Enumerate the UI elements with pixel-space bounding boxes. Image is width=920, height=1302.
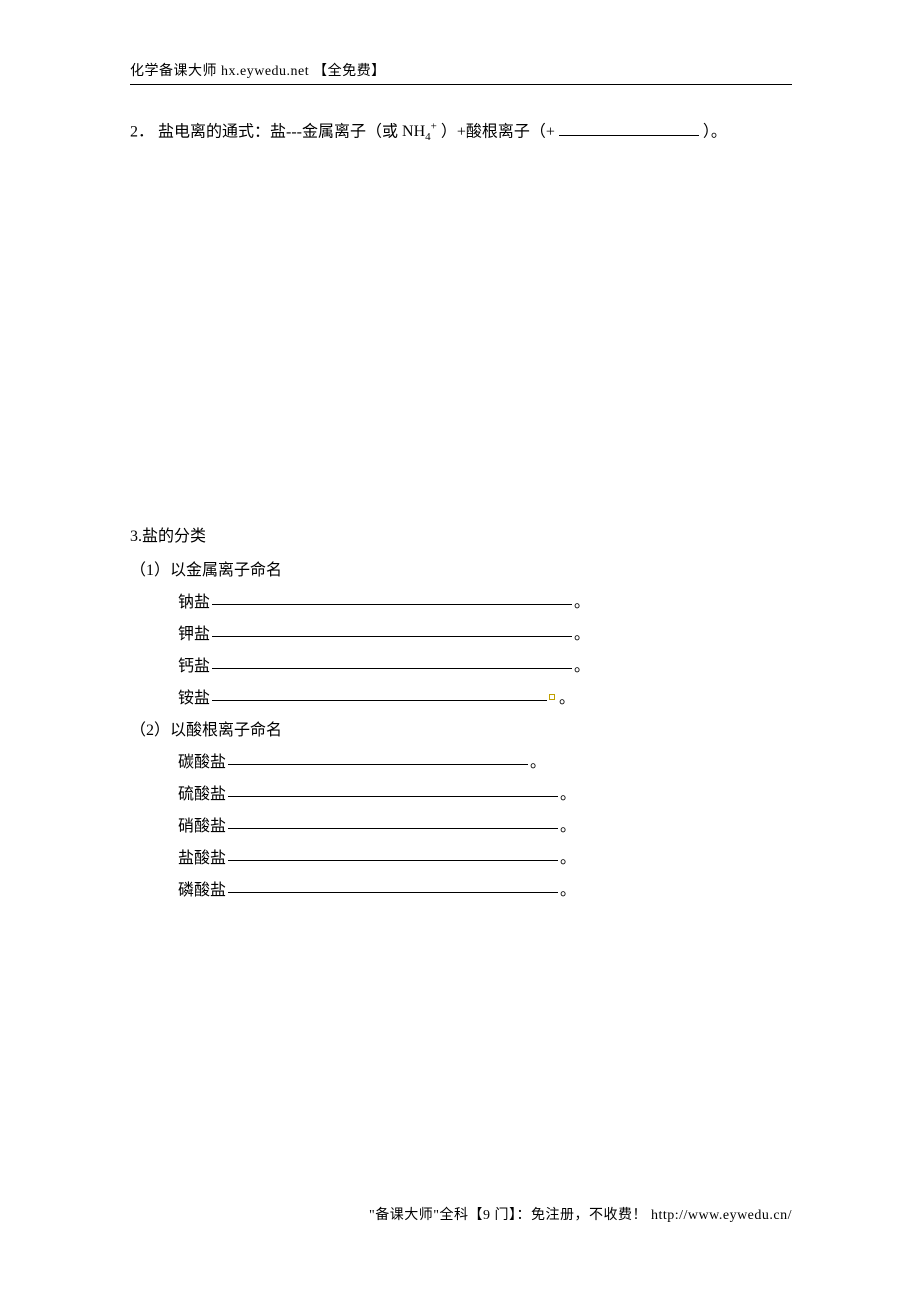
row-ca-salt: 钙盐 。	[178, 651, 792, 683]
q3-sub1: （1）以金属离子命名	[130, 555, 792, 587]
q2-nh4-sup: +	[431, 121, 437, 133]
q2-text-after: ）+酸根离子（+	[441, 123, 555, 140]
label-nh4-salt: 铵盐	[178, 683, 210, 715]
question-3-heading: 3.盐的分类	[130, 521, 792, 553]
row-carbonate: 碳酸盐 。	[178, 747, 792, 779]
punct-po4: 。	[560, 875, 576, 907]
punct-k: 。	[574, 619, 590, 651]
header-tag: 【全免费】	[313, 64, 386, 79]
q2-nh4: NH4+	[402, 123, 441, 140]
punct-no3: 。	[560, 811, 576, 843]
label-sulfate: 硫酸盐	[178, 779, 226, 811]
content: 2． 盐电离的通式：盐---金属离子（或 NH4+ ）+酸根离子（+ ）。 3.…	[130, 108, 792, 907]
blank-nh4-salt[interactable]	[212, 687, 547, 701]
label-carbonate: 碳酸盐	[178, 747, 226, 779]
marker-icon	[549, 694, 555, 700]
page-header: 化学备课大师 hx.eywedu.net 【全免费】	[130, 60, 792, 85]
punct-co3: 。	[530, 747, 546, 779]
label-na-salt: 钠盐	[178, 587, 210, 619]
label-k-salt: 钾盐	[178, 619, 210, 651]
q2-text-prefix: 盐电离的通式：盐---金属离子（或	[158, 123, 398, 140]
row-nitrate: 硝酸盐 。	[178, 811, 792, 843]
header-site-url: hx.eywedu.net	[221, 64, 309, 79]
punct-nh4-text: 。	[559, 690, 575, 707]
row-na-salt: 钠盐 。	[178, 587, 792, 619]
q2-nh4-sub: 4	[425, 132, 431, 144]
punct-cl: 。	[560, 843, 576, 875]
label-phosphate: 磷酸盐	[178, 875, 226, 907]
footer-text: "备课大师"全科【9 门】：免注册，不收费！	[369, 1208, 647, 1223]
blank-phosphate[interactable]	[228, 879, 558, 893]
blank-k-salt[interactable]	[212, 623, 572, 637]
punct-ca: 。	[574, 651, 590, 683]
punct-na: 。	[574, 587, 590, 619]
blank-carbonate[interactable]	[228, 751, 528, 765]
label-nitrate: 硝酸盐	[178, 811, 226, 843]
header-site-label: 化学备课大师	[130, 64, 217, 79]
row-sulfate: 硫酸盐 。	[178, 779, 792, 811]
q2-close: ）。	[703, 123, 727, 140]
punct-nh4: 。	[549, 683, 575, 715]
q3-sub2: （2）以酸根离子命名	[130, 715, 792, 747]
row-chloride: 盐酸盐 。	[178, 843, 792, 875]
row-k-salt: 钾盐 。	[178, 619, 792, 651]
blank-na-salt[interactable]	[212, 591, 572, 605]
q2-blank[interactable]	[559, 122, 699, 136]
blank-ca-salt[interactable]	[212, 655, 572, 669]
footer-url: http://www.eywedu.cn/	[651, 1208, 792, 1223]
label-ca-salt: 钙盐	[178, 651, 210, 683]
blank-sulfate[interactable]	[228, 783, 558, 797]
blank-chloride[interactable]	[228, 847, 558, 861]
label-chloride: 盐酸盐	[178, 843, 226, 875]
q2-number: 2．	[130, 123, 154, 140]
blank-nitrate[interactable]	[228, 815, 558, 829]
punct-so4: 。	[560, 779, 576, 811]
question-2: 2． 盐电离的通式：盐---金属离子（或 NH4+ ）+酸根离子（+ ）。	[130, 116, 792, 149]
q2-nh4-text: NH	[402, 123, 425, 140]
page-footer: "备课大师"全科【9 门】：免注册，不收费！ http://www.eywedu…	[130, 1204, 792, 1224]
row-nh4-salt: 铵盐 。	[178, 683, 792, 715]
row-phosphate: 磷酸盐 。	[178, 875, 792, 907]
page: 化学备课大师 hx.eywedu.net 【全免费】 2． 盐电离的通式：盐--…	[0, 0, 920, 1302]
